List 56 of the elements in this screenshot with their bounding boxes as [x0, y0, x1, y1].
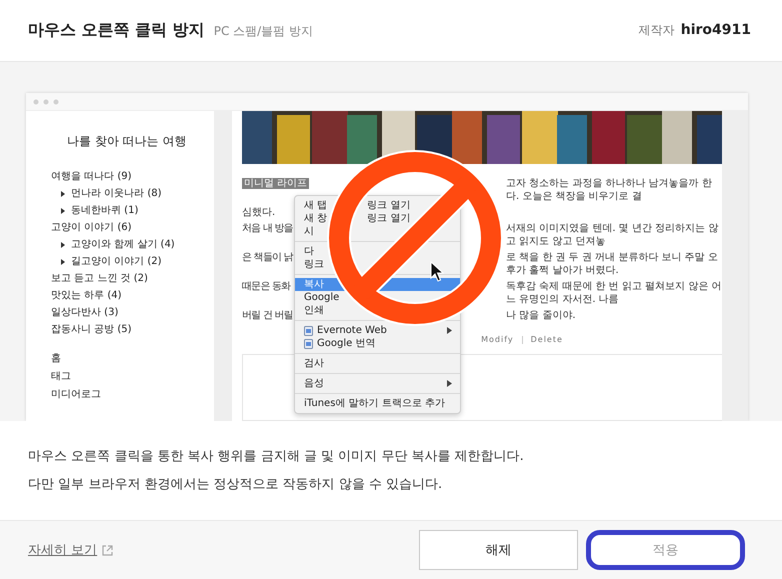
external-link-icon: [102, 544, 114, 556]
post-text: 고자 청소하는 과정을 하나하나 남겨놓을까 한다. 오늘은 책장을 비우기로 결: [506, 178, 712, 202]
category-link[interactable]: 고양이 이야기 (6): [51, 219, 214, 236]
category-link[interactable]: 잡동사니 공방 (5): [51, 321, 214, 338]
category-link[interactable]: 맛있는 하루 (4): [51, 287, 214, 304]
window-dots-icon: [33, 98, 59, 104]
delete-link[interactable]: Delete: [530, 335, 563, 344]
submenu-arrow-icon: [447, 380, 452, 387]
post-text: 처음 내 방을: [242, 223, 293, 234]
release-button[interactable]: 해제: [419, 530, 578, 570]
nav-link[interactable]: 홈: [51, 350, 214, 368]
cursor-icon: [430, 261, 444, 282]
menu-item[interactable]: 인쇄: [295, 304, 460, 317]
dialog-title: 마우스 오른쪽 클릭 방지: [28, 20, 205, 41]
bullet-triangle-icon: [61, 208, 65, 214]
post-text: 로 책을 한 권 두 권 꺼내 분류하다 보니 주말 오후가 훌쩍 날아가 버렸다.: [506, 252, 718, 276]
description-text: 다만 일부 브라우저 환경에서는 정상적으로 작동하지 않을 수 있습니다.: [28, 476, 444, 494]
author-label: 제작자: [638, 22, 675, 39]
nav-link[interactable]: 미디어로그: [51, 386, 214, 404]
highlighted-text: 미니멀 라이프: [242, 178, 310, 189]
menu-item[interactable]: 시: [295, 225, 460, 238]
menu-item[interactable]: Evernote Web: [295, 324, 460, 337]
post-text: 심했다.: [242, 206, 276, 219]
description-text: 마우스 오른쪽 클릭을 통한 복사 행위를 금지해 글 및 이미지 무단 복사를 제한합니다.: [28, 448, 525, 466]
modify-link[interactable]: Modify: [481, 335, 514, 344]
category-link[interactable]: 일상다반사 (3): [51, 304, 214, 321]
menu-item[interactable]: 음성: [295, 377, 460, 390]
post-text: 서재의 이미지였을 텐데. 몇 년간 정리하지는 않고 읽지도 않고 던져놓: [506, 223, 718, 247]
menu-item[interactable]: Google 번역: [295, 337, 460, 350]
menu-item[interactable]: 새 탭 링크 열기: [295, 199, 460, 212]
category-link[interactable]: 고양이와 함께 살기 (4): [71, 236, 175, 253]
menu-item[interactable]: 새 창 링크 열기: [295, 212, 460, 225]
bullet-triangle-icon: [61, 242, 65, 248]
menu-item[interactable]: 검사: [295, 357, 460, 370]
details-link[interactable]: 자세히 보기: [28, 541, 114, 559]
submenu-arrow-icon: [447, 327, 452, 334]
menu-item[interactable]: 다: [295, 245, 460, 258]
menu-item[interactable]: Google: [295, 291, 460, 304]
bullet-triangle-icon: [61, 190, 65, 196]
nav-link[interactable]: 태그: [51, 368, 214, 386]
post-text: 때문은 동화: [242, 281, 290, 292]
category-link[interactable]: 여행을 떠나다 (9): [51, 168, 214, 185]
blog-title: 나를 찾아 떠나는 여행: [67, 133, 188, 150]
post-text: 독후감 숙제 때문에 한 번 읽고 펼쳐보지 않은 어느 유명인의 자서전. 나름: [506, 281, 722, 305]
category-link[interactable]: 보고 듣고 느낀 것 (2): [51, 270, 214, 287]
post-text: 나 많을 줄이야.: [506, 310, 576, 321]
category-link[interactable]: 동네한바퀴 (1): [71, 202, 138, 219]
category-link[interactable]: 길고양이 이야기 (2): [71, 253, 162, 270]
post-text: 버릴 건 버릴: [242, 310, 293, 321]
category-link[interactable]: 먼나라 이웃나라 (8): [71, 185, 162, 202]
dialog-subtitle: PC 스팸/블펌 방지: [214, 23, 314, 40]
menu-item[interactable]: 링크: [295, 258, 460, 271]
post-text: 은 책들이 낡: [242, 252, 293, 263]
author-name: hiro4911: [680, 22, 751, 38]
bullet-triangle-icon: [61, 258, 65, 264]
menu-item[interactable]: iTunes에 말하기 트랙으로 추가: [295, 397, 460, 410]
